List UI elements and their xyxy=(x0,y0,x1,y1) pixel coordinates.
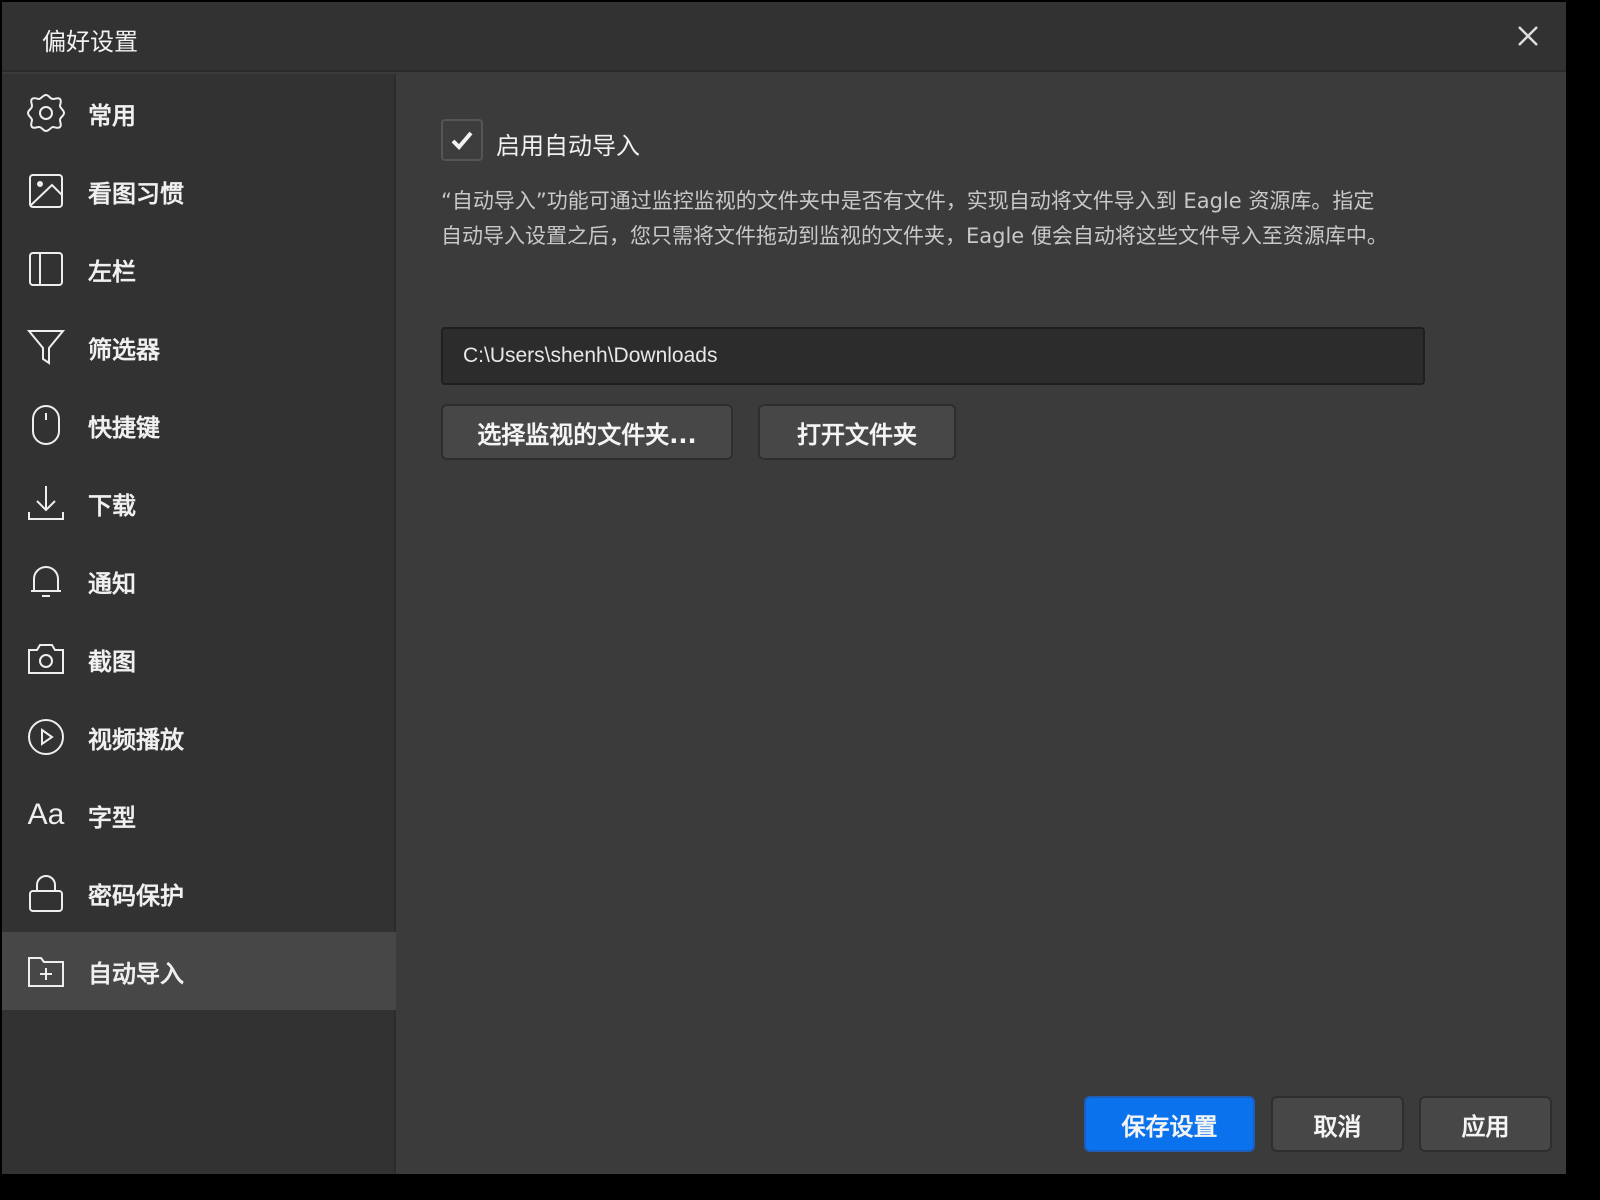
checkmark-icon xyxy=(451,131,473,150)
sidebar-item-label: 筛选器 xyxy=(88,335,160,364)
download-icon xyxy=(24,481,68,525)
sidebar-item-label: 视频播放 xyxy=(88,725,184,754)
sidebar-item-screenshot[interactable]: 截图 xyxy=(2,620,396,698)
apply-button[interactable]: 应用 xyxy=(1419,1096,1552,1152)
sidebar: 常用 看图习惯 左栏 筛选器 快捷键 下载 通知 截图 视频播放 Aa 字型 密… xyxy=(2,74,396,1174)
enable-auto-import-checkbox[interactable] xyxy=(441,119,483,161)
sidebar-item-password[interactable]: 密码保护 xyxy=(2,854,396,932)
sidebar-item-label: 通知 xyxy=(88,569,136,598)
cancel-button[interactable]: 取消 xyxy=(1271,1096,1404,1152)
folder-plus-icon xyxy=(24,949,68,993)
font-icon: Aa xyxy=(27,798,65,831)
sidebar-item-font[interactable]: Aa 字型 xyxy=(2,776,396,854)
folder-path-field[interactable]: C:\Users\shenh\Downloads xyxy=(441,327,1425,385)
sidebar-item-label: 常用 xyxy=(88,101,136,130)
bell-icon xyxy=(24,559,68,603)
sidebar-item-label: 下载 xyxy=(88,491,136,520)
save-button[interactable]: 保存设置 xyxy=(1084,1096,1255,1152)
enable-auto-import-label: 启用自动导入 xyxy=(496,132,640,160)
sidebar-item-download[interactable]: 下载 xyxy=(2,464,396,542)
sidebar-item-label: 左栏 xyxy=(88,257,136,286)
open-folder-button[interactable]: 打开文件夹 xyxy=(758,404,956,460)
choose-folder-button[interactable]: 选择监视的文件夹... xyxy=(441,404,733,460)
sidebar-item-video[interactable]: 视频播放 xyxy=(2,698,396,776)
sidebar-item-general[interactable]: 常用 xyxy=(2,74,396,152)
sidebar-item-label: 字型 xyxy=(88,803,136,832)
play-circle-icon xyxy=(24,715,68,759)
lock-icon xyxy=(24,871,68,915)
filter-icon xyxy=(24,325,68,369)
gear-icon xyxy=(24,91,68,135)
sidebar-item-filter[interactable]: 筛选器 xyxy=(2,308,396,386)
title-bar: 偏好设置 xyxy=(2,2,1566,72)
preferences-window: 偏好设置 常用 看图习惯 左栏 筛选器 快捷键 下载 通知 截图 视频播放 Aa… xyxy=(2,2,1566,1174)
sidebar-item-left-panel[interactable]: 左栏 xyxy=(2,230,396,308)
sidebar-item-label: 自动导入 xyxy=(88,959,184,988)
image-icon xyxy=(24,169,68,213)
mouse-icon xyxy=(24,403,68,447)
sidebar-item-label: 看图习惯 xyxy=(88,179,184,208)
sidebar-item-label: 截图 xyxy=(88,647,136,676)
sidebar-item-notifications[interactable]: 通知 xyxy=(2,542,396,620)
sidebar-item-label: 密码保护 xyxy=(88,881,184,910)
camera-icon xyxy=(24,637,68,681)
auto-import-panel: 启用自动导入 “自动导入”功能可通过监控监视的文件夹中是否有文件，实现自动将文件… xyxy=(398,74,1566,1174)
sidebar-layout-icon xyxy=(24,247,68,291)
description-text: “自动导入”功能可通过监控监视的文件夹中是否有文件，实现自动将文件导入到 Eag… xyxy=(441,189,1388,248)
close-icon[interactable] xyxy=(1512,20,1544,52)
sidebar-item-auto-import[interactable]: 自动导入 xyxy=(2,932,396,1010)
sidebar-item-label: 快捷键 xyxy=(88,413,160,442)
window-title: 偏好设置 xyxy=(42,28,138,56)
sidebar-item-shortcuts[interactable]: 快捷键 xyxy=(2,386,396,464)
sidebar-item-viewing[interactable]: 看图习惯 xyxy=(2,152,396,230)
